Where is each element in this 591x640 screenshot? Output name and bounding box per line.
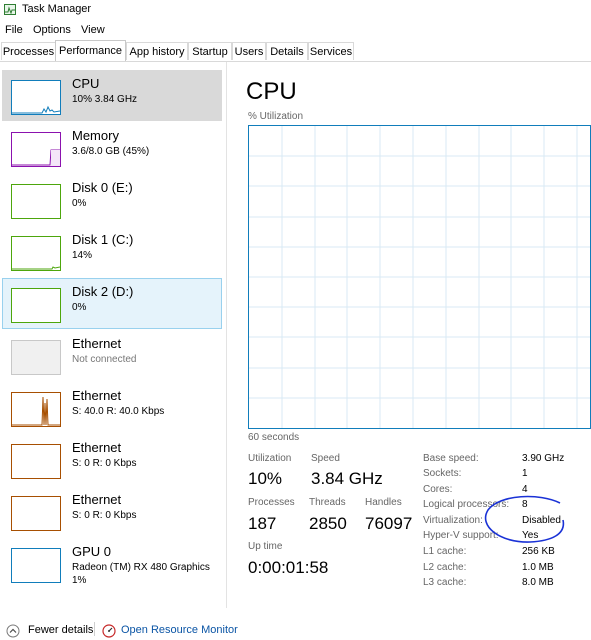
tab-details[interactable]: Details bbox=[266, 42, 308, 60]
resource-name: Memory bbox=[72, 128, 119, 143]
utilization-label: Utilization bbox=[248, 453, 292, 464]
info-label-base-speed: Base speed: bbox=[423, 453, 479, 464]
resource-monitor-icon[interactable] bbox=[102, 624, 116, 638]
tab-processes[interactable]: Processes bbox=[1, 42, 56, 60]
processes-label: Processes bbox=[248, 497, 295, 508]
resource-detail: 3.6/8.0 GB (45%) bbox=[72, 146, 150, 157]
info-label-l2-cache: L2 cache: bbox=[423, 562, 467, 573]
info-value-l1-cache: 256 KB bbox=[522, 546, 555, 557]
resource-name: Ethernet bbox=[72, 440, 122, 455]
gpu-thumbnail-graph bbox=[11, 548, 61, 583]
cpu-utilization-graph bbox=[248, 125, 591, 429]
tab-app-history[interactable]: App history bbox=[126, 42, 188, 60]
resource-ethernet-1[interactable]: Ethernet Not connected bbox=[2, 330, 222, 381]
info-label-hyper-v: Hyper-V support: bbox=[423, 530, 499, 541]
task-manager-icon bbox=[4, 4, 16, 15]
fewer-details-link[interactable]: Fewer details bbox=[28, 624, 93, 636]
resource-memory[interactable]: Memory 3.6/8.0 GB (45%) bbox=[2, 122, 222, 173]
open-resource-monitor-link[interactable]: Open Resource Monitor bbox=[121, 624, 238, 636]
tab-startup[interactable]: Startup bbox=[188, 42, 232, 60]
resource-gpu-0[interactable]: GPU 0 Radeon (TM) RX 480 Graphics 1% bbox=[2, 538, 222, 598]
info-label-virtualization: Virtualization: bbox=[423, 515, 483, 526]
resource-detail: 0% bbox=[72, 302, 87, 313]
resource-ethernet-3[interactable]: Ethernet S: 0 R: 0 Kbps bbox=[2, 434, 222, 485]
resource-detail: 10% 3.84 GHz bbox=[72, 94, 138, 105]
graph-grid bbox=[249, 126, 590, 428]
graph-time-label: 60 seconds bbox=[248, 432, 300, 443]
menu-options[interactable]: Options bbox=[33, 24, 71, 36]
ethernet-thumbnail-graph bbox=[11, 444, 61, 479]
menu-view[interactable]: View bbox=[81, 24, 105, 36]
resource-detail-2: 1% bbox=[72, 575, 87, 586]
ethernet-thumbnail-graph bbox=[11, 496, 61, 531]
resource-name: Ethernet bbox=[72, 388, 122, 403]
disk-thumbnail-graph bbox=[11, 184, 61, 219]
tab-services[interactable]: Services bbox=[308, 42, 354, 60]
chevron-up-icon[interactable] bbox=[6, 624, 20, 638]
uptime-label: Up time bbox=[248, 541, 283, 552]
resource-ethernet-2[interactable]: Ethernet S: 40.0 R: 40.0 Kbps bbox=[2, 382, 222, 433]
info-label-logical-processors: Logical processors: bbox=[423, 499, 510, 510]
ethernet-thumbnail-graph bbox=[11, 392, 61, 427]
threads-value: 2850 bbox=[309, 514, 347, 533]
resource-detail: S: 0 R: 0 Kbps bbox=[72, 458, 137, 469]
info-value-l3-cache: 8.0 MB bbox=[522, 577, 554, 588]
resource-name: Ethernet bbox=[72, 336, 122, 351]
info-value-logical-processors: 8 bbox=[522, 499, 528, 510]
cpu-thumbnail-graph bbox=[11, 80, 61, 115]
disk-thumbnail-graph bbox=[11, 288, 61, 323]
info-value-cores: 4 bbox=[522, 484, 528, 495]
disk-thumbnail-graph bbox=[11, 236, 61, 271]
resource-disk-1[interactable]: Disk 1 (C:) 14% bbox=[2, 226, 222, 277]
info-label-l1-cache: L1 cache: bbox=[423, 546, 467, 557]
menu-file[interactable]: File bbox=[5, 24, 23, 36]
resource-ethernet-4[interactable]: Ethernet S: 0 R: 0 Kbps bbox=[2, 486, 222, 537]
info-value-sockets: 1 bbox=[522, 468, 528, 479]
info-value-hyper-v: Yes bbox=[522, 530, 539, 541]
resource-name: GPU 0 bbox=[72, 544, 112, 559]
resource-detail: Not connected bbox=[72, 354, 137, 365]
window-title: Task Manager bbox=[22, 3, 92, 15]
graph-y-label: % Utilization bbox=[248, 111, 304, 122]
resource-detail: S: 40.0 R: 40.0 Kbps bbox=[72, 406, 165, 417]
info-label-sockets: Sockets: bbox=[423, 468, 462, 479]
resource-name: Disk 1 (C:) bbox=[72, 232, 134, 247]
threads-label: Threads bbox=[309, 497, 346, 508]
resource-cpu[interactable]: CPU 10% 3.84 GHz bbox=[2, 70, 222, 121]
speed-value: 3.84 GHz bbox=[311, 469, 383, 488]
tab-users[interactable]: Users bbox=[232, 42, 266, 60]
handles-label: Handles bbox=[365, 497, 402, 508]
resource-disk-2[interactable]: Disk 2 (D:) 0% bbox=[2, 278, 222, 329]
info-label-cores: Cores: bbox=[423, 484, 453, 495]
resource-name: CPU bbox=[72, 76, 100, 91]
resource-detail: 0% bbox=[72, 198, 87, 209]
processes-value: 187 bbox=[248, 514, 277, 533]
handles-value: 76097 bbox=[365, 514, 413, 533]
uptime-value: 0:00:01:58 bbox=[248, 558, 329, 577]
page-title: CPU bbox=[246, 78, 297, 105]
info-label-l3-cache: L3 cache: bbox=[423, 577, 467, 588]
speed-label: Speed bbox=[311, 453, 340, 464]
resource-name: Disk 2 (D:) bbox=[72, 284, 134, 299]
resource-list: CPU 10% 3.84 GHz Memory 3.6/8.0 GB (45%)… bbox=[0, 62, 227, 608]
utilization-value: 10% bbox=[248, 469, 283, 488]
ethernet-thumbnail-graph bbox=[11, 340, 61, 375]
info-value-virtualization: Disabled bbox=[522, 515, 561, 526]
resource-name: Disk 0 (E:) bbox=[72, 180, 133, 195]
resource-disk-0[interactable]: Disk 0 (E:) 0% bbox=[2, 174, 222, 225]
info-value-l2-cache: 1.0 MB bbox=[522, 562, 554, 573]
resource-name: Ethernet bbox=[72, 492, 122, 507]
resource-detail: 14% bbox=[72, 250, 93, 261]
resource-detail: Radeon (TM) RX 480 Graphics bbox=[72, 562, 210, 573]
info-value-base-speed: 3.90 GHz bbox=[522, 453, 565, 464]
footer-divider bbox=[94, 622, 95, 636]
memory-thumbnail-graph bbox=[11, 132, 61, 167]
tab-performance[interactable]: Performance bbox=[55, 40, 126, 61]
resource-detail: S: 0 R: 0 Kbps bbox=[72, 510, 137, 521]
